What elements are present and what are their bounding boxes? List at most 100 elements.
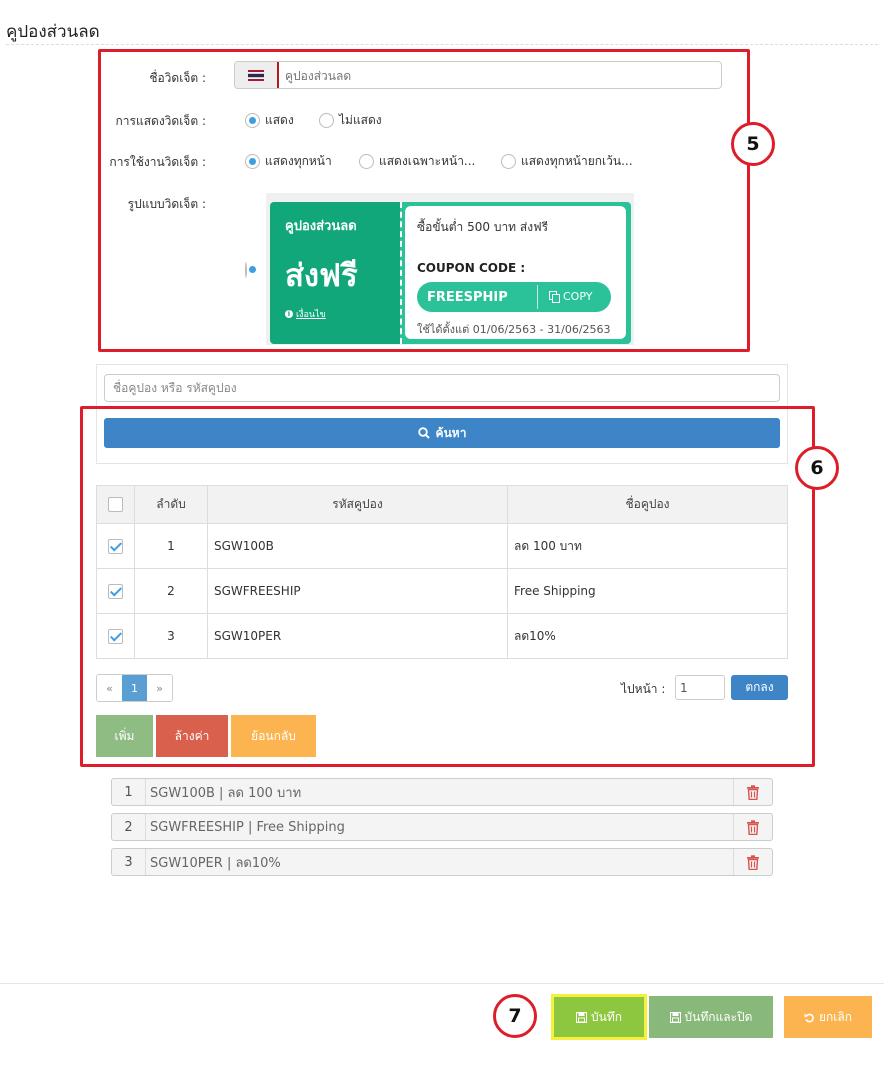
goto-page-input[interactable] <box>675 675 725 700</box>
row-select-cell <box>96 523 135 569</box>
callout-5: 5 <box>731 122 775 166</box>
coupon-table: ลำดับ รหัสคูปอง ชื่อคูปอง 1 SGW100B ลด 1… <box>96 485 788 659</box>
selected-item: 1 SGW100B | ลด 100 บาท <box>111 778 773 806</box>
pagination-page-1[interactable]: 1 <box>122 675 147 701</box>
radio-display-hide[interactable] <box>319 113 334 128</box>
pagination-prev[interactable]: « <box>97 675 122 701</box>
delete-button[interactable] <box>733 849 772 875</box>
widget-display-label: การแสดงวิดเจ็ต : <box>115 114 206 128</box>
usage-option-all-pages[interactable]: แสดงทุกหน้า <box>245 152 332 171</box>
save-close-button[interactable]: บันทึกและปิด <box>649 996 773 1038</box>
pagination: « 1 » <box>96 674 173 702</box>
row-name: ลด10% <box>507 613 788 659</box>
column-header-code: รหัสคูปอง <box>207 485 508 524</box>
save-close-button-label: บันทึกและปิด <box>684 1009 753 1024</box>
copy-icon <box>549 290 560 303</box>
selected-item-no: 1 <box>112 779 146 805</box>
usage-option-except-pages[interactable]: แสดงทุกหน้ายกเว้น... <box>501 152 633 171</box>
row-select-cell <box>96 568 135 614</box>
coupon-code-label: COUPON CODE : <box>417 261 526 275</box>
widget-style-label: รูปแบบวิดเจ็ต : <box>127 197 206 211</box>
coupon-description: ซื้อขั้นต่ำ 500 บาท ส่งฟรี <box>417 220 549 234</box>
selected-item-text: SGW100B | ลด 100 บาท <box>150 785 302 801</box>
row-no: 2 <box>134 568 208 614</box>
coupon-conditions[interactable]: i เงื่อนไข <box>285 307 326 321</box>
title-divider <box>6 44 878 45</box>
callout-6: 6 <box>795 446 839 490</box>
row-name: ลด 100 บาท <box>507 523 788 569</box>
goto-page-button[interactable]: ตกลง <box>731 675 788 700</box>
footer-divider <box>0 983 884 984</box>
table-row[interactable]: 3 SGW10PER ลด10% <box>96 613 788 659</box>
select-all-cell <box>96 485 135 524</box>
page-title: คูปองส่วนลด <box>6 22 100 42</box>
trash-icon <box>747 854 759 870</box>
coupon-heading: คูปองส่วนลด <box>285 219 357 234</box>
radio-style-coupon[interactable] <box>245 262 247 278</box>
radio-display-show[interactable] <box>245 113 260 128</box>
search-button[interactable]: ค้นหา <box>104 418 780 448</box>
row-code: SGW10PER <box>207 613 508 659</box>
search-icon <box>417 427 430 439</box>
cancel-button-label: ยกเลิก <box>818 1009 853 1024</box>
trash-icon <box>747 784 759 800</box>
row-no: 3 <box>134 613 208 659</box>
select-all-checkbox[interactable] <box>108 497 123 512</box>
clear-button[interactable]: ล้างค่า <box>156 715 228 757</box>
usage-option-specific-pages[interactable]: แสดงเฉพาะหน้า... <box>359 152 475 171</box>
row-code: SGW100B <box>207 523 508 569</box>
widget-name-input[interactable] <box>283 65 717 87</box>
widget-name-label: ชื่อวิดเจ็ต : <box>149 71 206 85</box>
info-icon: i <box>285 310 293 318</box>
pagination-next[interactable]: » <box>147 675 172 701</box>
language-flag-button[interactable] <box>235 62 279 88</box>
row-checkbox[interactable] <box>108 628 123 644</box>
row-code: SGWFREESHIP <box>207 568 508 614</box>
coupon-code-value: FREESPHIP <box>427 290 508 305</box>
selected-item-no: 3 <box>112 849 146 875</box>
usage-option-all-label: แสดงทุกหน้า <box>265 154 332 168</box>
radio-usage-specific[interactable] <box>359 154 374 169</box>
row-no: 1 <box>134 523 208 569</box>
display-option-show[interactable]: แสดง <box>245 111 294 130</box>
coupon-search-input[interactable] <box>104 374 780 402</box>
table-header-row: ลำดับ รหัสคูปอง ชื่อคูปอง <box>96 485 788 524</box>
selected-item-text: SGWFREESHIP | Free Shipping <box>150 819 345 835</box>
selected-item-no: 2 <box>112 814 146 840</box>
row-select-cell <box>96 613 135 659</box>
table-row[interactable]: 2 SGWFREESHIP Free Shipping <box>96 568 788 614</box>
back-button[interactable]: ย้อนกลับ <box>231 715 316 757</box>
table-row[interactable]: 1 SGW100B ลด 100 บาท <box>96 523 788 569</box>
column-header-no: ลำดับ <box>134 485 208 524</box>
coupon-big-text: ส่งฟรี <box>285 258 358 294</box>
display-option-show-label: แสดง <box>265 113 294 127</box>
coupon-conditions-link[interactable]: เงื่อนไข <box>296 307 326 321</box>
goto-page-label: ไปหน้า : <box>621 682 666 696</box>
usage-option-specific-label: แสดงเฉพาะหน้า... <box>379 154 476 168</box>
delete-button[interactable] <box>733 779 772 805</box>
display-option-hide[interactable]: ไม่แสดง <box>319 111 382 130</box>
add-button[interactable]: เพิ่ม <box>96 715 153 757</box>
selected-item: 3 SGW10PER | ลด10% <box>111 848 773 876</box>
widget-usage-label: การใช้งานวิดเจ็ต : <box>109 155 206 169</box>
save-icon <box>669 1011 681 1023</box>
row-checkbox[interactable] <box>108 538 123 554</box>
copy-button[interactable]: COPY <box>549 290 592 303</box>
widget-name-field[interactable] <box>234 61 722 89</box>
radio-usage-except[interactable] <box>501 154 516 169</box>
usage-option-except-label: แสดงทุกหน้ายกเว้น... <box>521 154 633 168</box>
coupon-code-divider <box>537 285 538 309</box>
row-name: Free Shipping <box>507 568 788 614</box>
delete-button[interactable] <box>733 814 772 840</box>
thai-flag-icon <box>248 69 264 81</box>
coupon-validity: ใช้ได้ตั้งแต่ 01/06/2563 - 31/06/2563 <box>417 323 611 336</box>
save-button[interactable]: บันทึก <box>551 994 647 1040</box>
callout-7: 7 <box>493 994 537 1038</box>
cancel-button[interactable]: ยกเลิก <box>784 996 872 1038</box>
trash-icon <box>747 819 759 835</box>
selected-item-text: SGW10PER | ลด10% <box>150 855 281 871</box>
row-checkbox[interactable] <box>108 583 123 599</box>
radio-usage-all[interactable] <box>245 154 260 169</box>
display-option-hide-label: ไม่แสดง <box>339 113 382 127</box>
undo-icon <box>804 1013 814 1022</box>
